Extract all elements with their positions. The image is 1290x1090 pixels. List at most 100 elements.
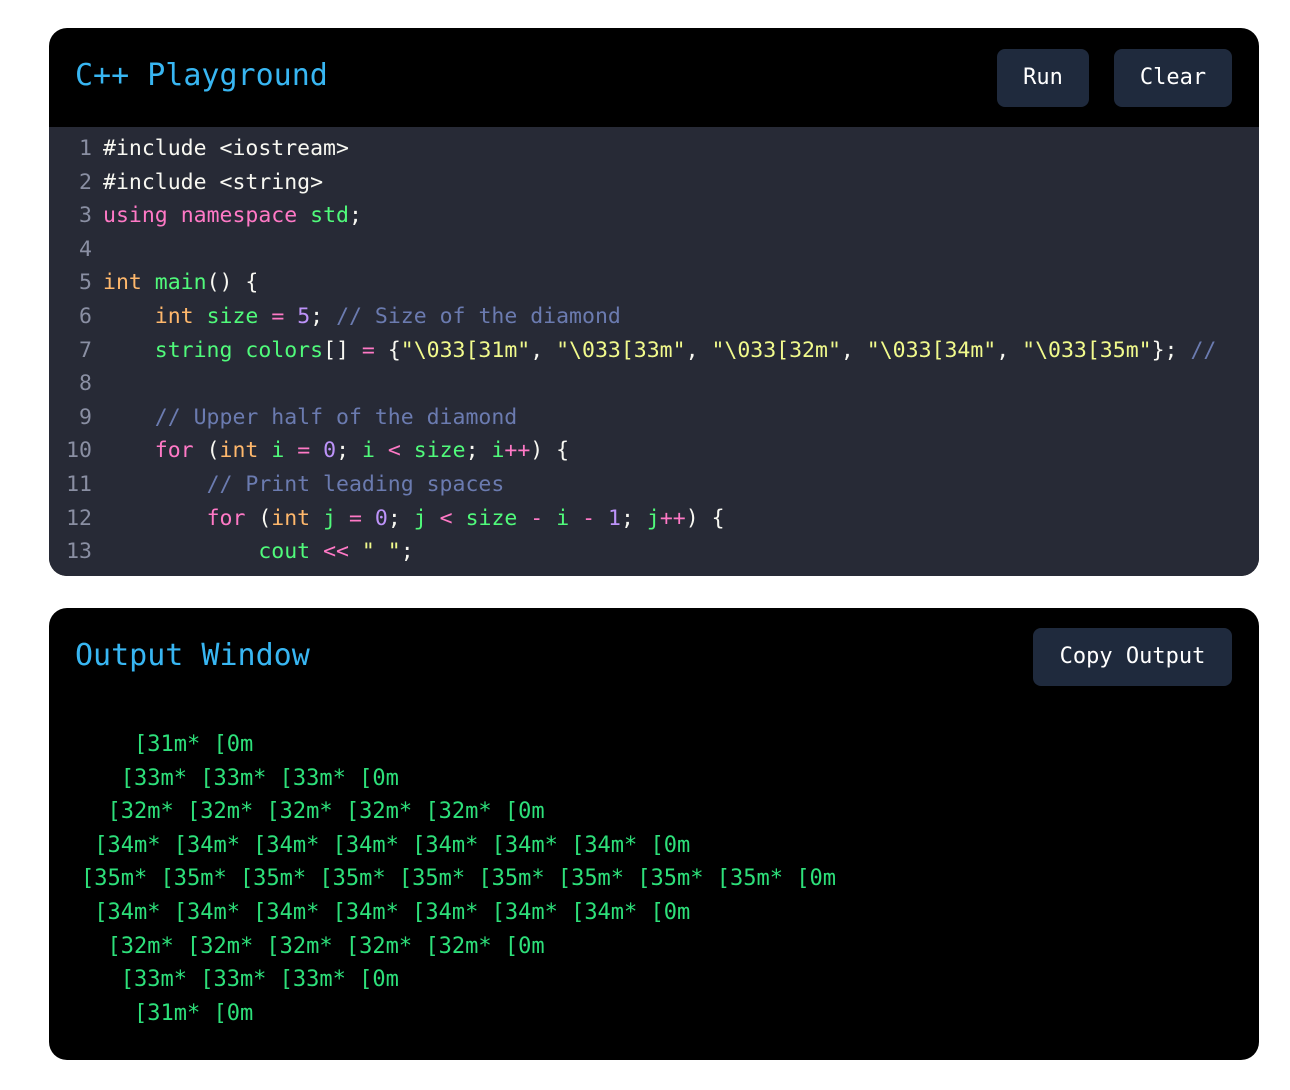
code-token: "\033[34m" [866,337,997,363]
code-token: "\033[32m" [711,337,841,363]
code-line: 10 for (int i = 0; i < size; i++) { [49,434,569,468]
code-token: size [465,505,518,531]
code-token: colors [245,337,324,363]
code-token: int [154,304,194,329]
output-panel: Output Window Copy Output [31m* [0m [33m… [49,608,1259,1060]
code-token: size [206,304,259,329]
code-token: i [271,438,285,464]
output-line: [33m* [33m* [33m* [0m [81,967,399,993]
code-token: i [556,505,570,531]
code-token: int [103,270,142,296]
code-token: - [582,505,596,531]
code-token: ++ [659,505,686,531]
code-token: ; [336,438,362,464]
code-token: [] [323,337,362,363]
code-token: int [219,438,259,464]
code-line: 2 #include <string> [49,166,323,200]
code-token: () { [206,270,259,296]
code-line: 3 using namespace std; [49,199,362,233]
line-number: 6 [79,304,92,329]
code-line: 13 cout << " "; [49,535,414,569]
code-token: , [685,337,712,363]
code-line: 12 for (int j = 0; j < size - i - 1; j++… [49,502,725,536]
code-token: #include <string> [103,169,324,195]
code-token: ; [387,505,414,531]
run-button[interactable]: Run [997,49,1089,107]
code-line: 7 string colors[] = {"\033[31m", "\033[3… [49,334,1216,368]
code-token: = [349,505,362,531]
code-token: i [491,438,505,464]
code-token: " " [361,539,401,565]
code-token: ; [465,438,492,464]
code-token: #include <iostream> [103,136,349,161]
code-line: 6 int size = 5; // Size of the diamond [49,300,621,334]
code-token: main [154,270,207,296]
editor-header: C++ Playground Run Clear [49,28,1259,127]
code-token: j [413,505,427,531]
output-title: Output Window [75,638,310,673]
code-token: // Size of the diamond [336,304,621,329]
output-line: [32m* [32m* [32m* [32m* [32m* [0m [81,933,545,959]
code-token: < [387,438,401,464]
code-token: }; [1151,337,1191,363]
code-token: ++ [504,438,531,464]
code-token: "\033[35m" [1022,337,1152,363]
clear-button[interactable]: Clear [1114,49,1232,107]
code-token: ) { [685,505,725,531]
copy-output-button[interactable]: Copy Output [1033,628,1232,686]
code-editor[interactable]: 1 #include <iostream> 2 #include <string> 3 u… [49,127,1259,576]
line-number: 4 [79,236,92,262]
line-number: 2 [79,169,92,195]
line-number: 11 [66,472,92,497]
output-line: [33m* [33m* [33m* [0m [81,765,399,791]
code-line: 9 // Upper half of the diamond [49,401,517,435]
code-token: // Print leading spaces [206,472,505,497]
code-token: 5 [297,304,311,329]
code-token: ) { [530,438,570,464]
code-token: , [840,337,867,363]
code-token: < [439,505,453,531]
code-token: ; [348,203,362,229]
output-line: [34m* [34m* [34m* [34m* [34m* [34m* [34m… [81,900,691,925]
code-token: int [271,505,311,531]
line-number: 3 [79,203,92,229]
code-token: = [297,438,311,464]
line-number: 12 [66,505,92,531]
line-number: 1 [79,136,92,161]
code-line: 11 // Print leading spaces [49,468,504,502]
code-token: j [323,505,337,531]
code-token: std [310,203,349,229]
code-token: "\033[33m" [556,337,686,363]
line-number: 10 [66,438,92,464]
output-line: [32m* [32m* [32m* [32m* [32m* [0m [81,799,545,825]
line-number: 9 [79,404,92,430]
code-token: string [154,337,233,363]
line-number: 13 [66,539,92,565]
code-line: 1 #include <iostream> [49,132,349,166]
code-token: namespace [180,203,298,229]
line-number: 8 [79,371,92,397]
code-token: size [413,438,466,464]
code-line: 5 int main() { [49,266,258,300]
output-line: [31m* [0m [81,732,254,757]
